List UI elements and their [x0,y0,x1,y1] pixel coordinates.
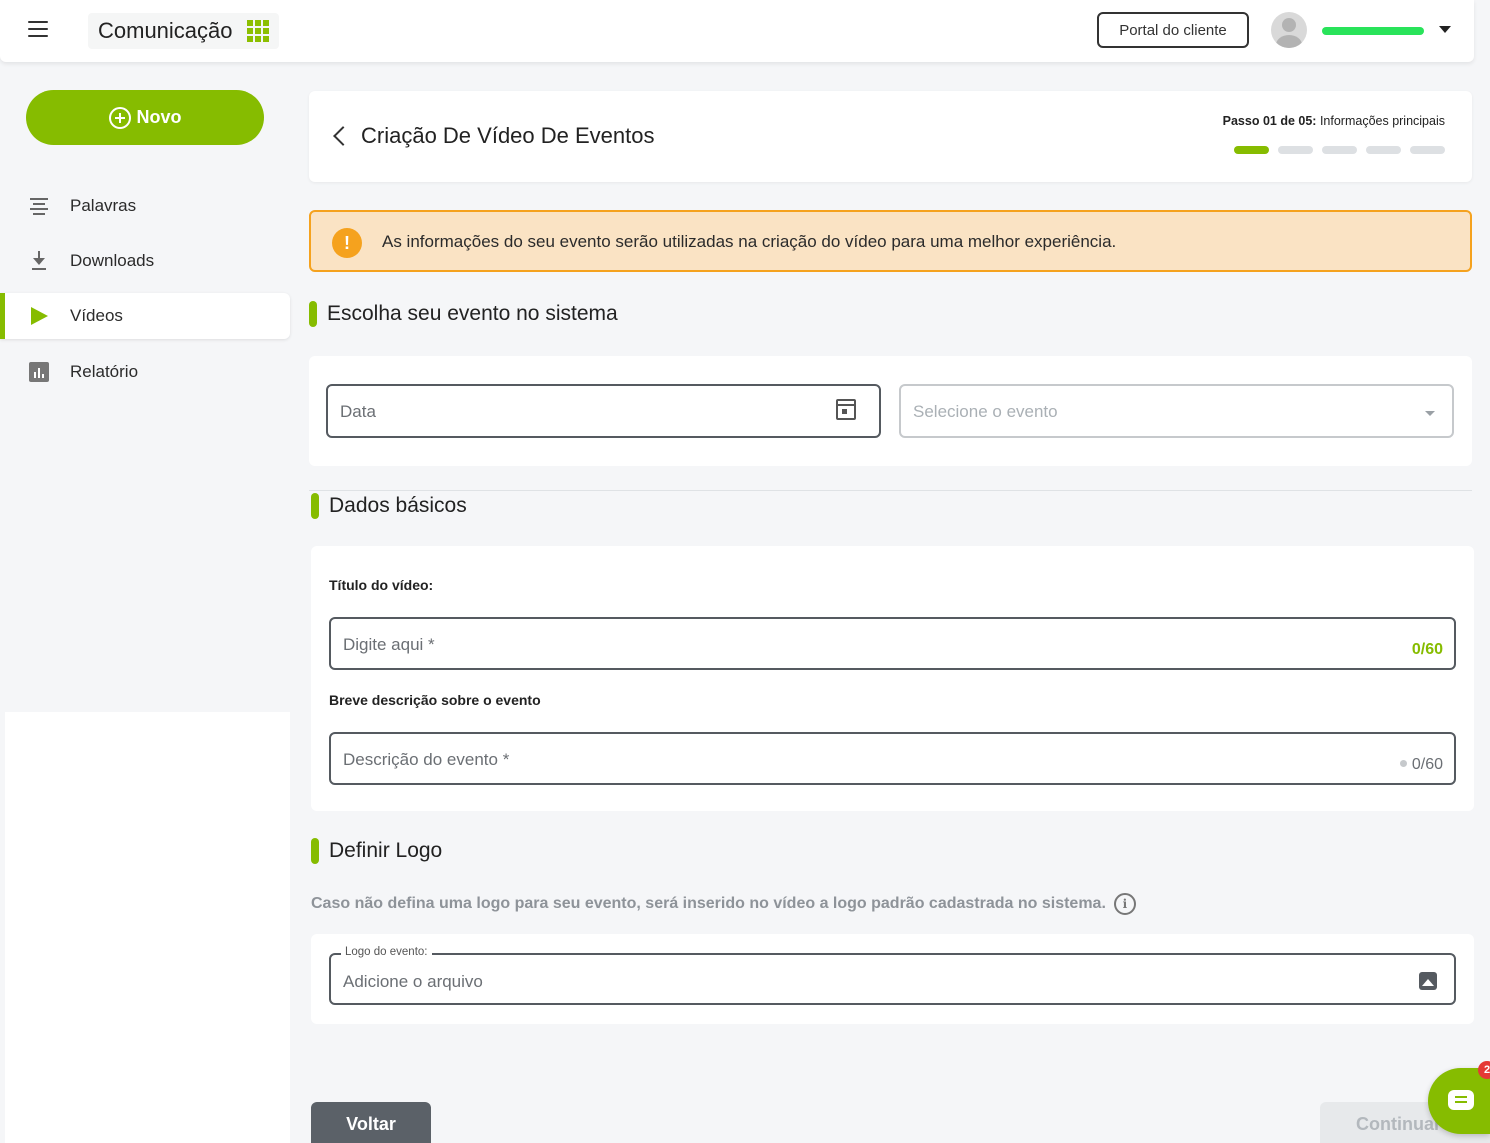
chevron-down-icon[interactable] [1439,26,1451,33]
novo-button[interactable]: Novo [26,90,264,145]
user-name[interactable] [1322,22,1424,38]
sidebar-item-label: Relatório [70,362,139,381]
section-title: Dados básicos [329,494,467,517]
sidebar-item-palavras[interactable]: Palavras [0,183,290,229]
top-bar: Comunicação Portal do cliente [0,0,1474,62]
event-card: Data Selecione o evento [309,356,1472,466]
voltar-button[interactable]: Voltar [311,1102,431,1143]
info-alert: ! As informações do seu evento serão uti… [309,210,1472,272]
calendar-icon[interactable] [836,399,856,420]
download-icon [28,250,50,272]
sidebar-item-videos[interactable]: Vídeos [0,293,290,339]
sidebar-panel [5,712,290,1143]
page-header-card: Criação De Vídeo De Eventos Passo 01 de … [309,91,1472,182]
step-prefix: Passo 01 de 05: [1222,114,1317,128]
event-description-placeholder: Descrição do evento * [343,750,510,769]
app-brand[interactable]: Comunicação [88,13,279,49]
description-char-counter: 0/60 [1400,756,1443,774]
bar-chart-icon [28,361,50,383]
video-title-placeholder: Digite aqui * [343,635,435,654]
page-title: Criação De Vídeo De Eventos [361,123,655,148]
back-chevron-icon[interactable] [333,126,353,146]
logo-hint-text: Caso não defina uma logo para seu evento… [311,895,1106,912]
section-title: Escolha seu evento no sistema [327,302,618,325]
date-placeholder: Data [340,402,376,421]
play-icon [28,305,50,327]
step-dot [1410,146,1445,154]
chevron-down-icon [1425,411,1435,416]
event-select[interactable]: Selecione o evento [899,384,1454,438]
step-dot [1278,146,1313,154]
app-title: Comunicação [98,18,233,43]
step-progress [1234,146,1445,154]
chat-notification-badge: 2 [1478,1061,1490,1079]
align-center-icon [28,195,50,217]
logo-file-input[interactable]: Logo do evento: Adicione o arquivo [329,946,1456,1005]
sidebar-item-label: Downloads [70,251,155,270]
section-divider [309,490,1472,491]
portal-do-cliente-button[interactable]: Portal do cliente [1097,12,1249,48]
sidebar-item-relatorio[interactable]: Relatório [0,349,290,395]
description-label: Breve descrição sobre o evento [329,692,541,708]
title-label: Título do vídeo: [329,577,434,593]
date-input[interactable]: Data [326,384,881,438]
apps-grid-icon[interactable] [246,20,269,42]
event-select-placeholder: Selecione o evento [913,402,1058,421]
novo-button-label: Novo [136,107,182,127]
section-accent-bar [309,301,317,327]
logo-card: Logo do evento: Adicione o arquivo [311,934,1474,1024]
step-indicator-text: Passo 01 de 05: Informações principais [1223,114,1445,128]
event-description-input[interactable]: Descrição do evento * 0/60 [329,732,1456,785]
sidebar-item-label: Palavras [70,196,137,215]
warning-icon: ! [332,228,362,258]
section-heading-event: Escolha seu evento no sistema [309,301,618,327]
step-name: Informações principais [1319,114,1445,128]
section-title: Definir Logo [329,839,443,862]
section-heading-basic: Dados básicos [311,493,467,519]
plus-circle-icon [108,106,131,129]
logo-field-label: Logo do evento: [341,946,432,958]
section-heading-logo: Definir Logo [311,838,442,864]
video-title-input[interactable]: Digite aqui * 0/60 [329,617,1456,670]
info-icon[interactable]: i [1113,893,1136,915]
step-dot [1322,146,1357,154]
chat-icon [1448,1090,1474,1110]
image-icon[interactable] [1419,972,1437,990]
hamburger-menu-icon[interactable] [28,21,48,39]
logo-file-placeholder: Adicione o arquivo [343,972,483,991]
section-accent-bar [311,493,319,519]
step-dot [1366,146,1401,154]
sidebar-item-downloads[interactable]: Downloads [0,238,290,284]
section-accent-bar [311,838,319,864]
sidebar-item-label: Vídeos [70,306,123,325]
logo-hint: Caso não defina uma logo para seu evento… [311,893,1136,915]
chat-button[interactable] [1428,1068,1490,1134]
user-avatar-icon[interactable] [1271,12,1307,48]
basic-data-card: Título do vídeo: Digite aqui * 0/60 Brev… [311,546,1474,811]
title-char-counter: 0/60 [1411,641,1443,658]
alert-text: As informações do seu evento serão utili… [382,232,1117,251]
step-dot [1234,146,1269,154]
